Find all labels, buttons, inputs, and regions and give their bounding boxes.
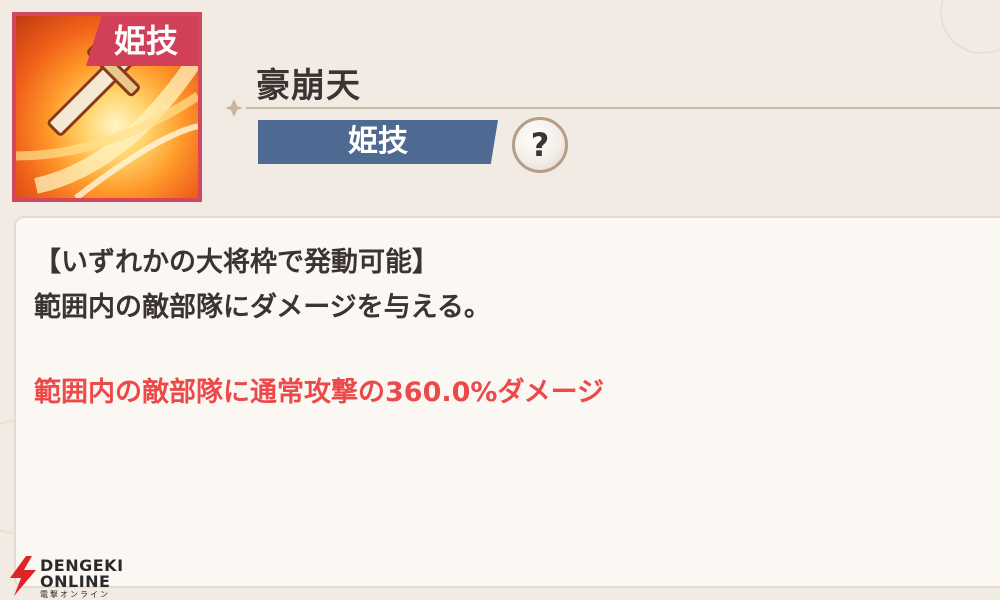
help-button[interactable]: ? bbox=[512, 117, 568, 173]
watermark-line3: 電撃オンライン bbox=[40, 590, 110, 599]
activation-condition: 【いずれかの大将枠で発動可能】 bbox=[34, 247, 439, 278]
skill-type-badge: 姫技 bbox=[258, 120, 498, 164]
diamond-ornament-icon bbox=[225, 99, 243, 117]
skill-name: 豪崩天 bbox=[256, 66, 361, 106]
skill-detail-screen: 姫技 豪崩天 姫技 ? 【いずれかの大将枠で発動可能】 範囲内の敵部隊にダメージ… bbox=[0, 0, 1000, 600]
title-divider bbox=[246, 107, 1000, 109]
skill-category-tag: 姫技 bbox=[86, 16, 198, 66]
background-ornament bbox=[940, 0, 1000, 54]
skill-icon: 姫技 bbox=[12, 12, 202, 202]
skill-effect: 範囲内の敵部隊に通常攻撃の360.0%ダメージ bbox=[34, 377, 605, 408]
lightning-bolt-icon bbox=[10, 556, 36, 596]
question-icon: ? bbox=[530, 126, 550, 164]
skill-description: 範囲内の敵部隊にダメージを与える。 bbox=[34, 292, 491, 323]
